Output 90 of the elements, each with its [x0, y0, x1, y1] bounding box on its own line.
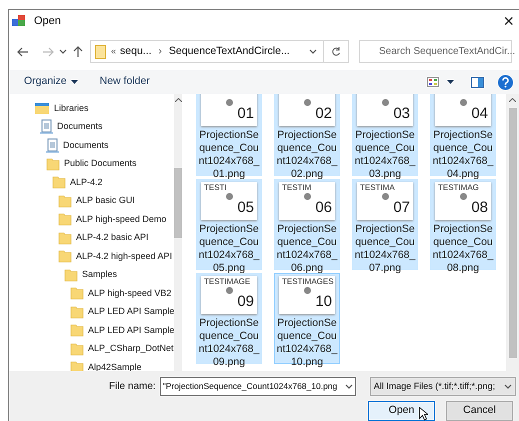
folder-icon — [64, 268, 78, 282]
close-button[interactable]: × — [503, 12, 514, 30]
thumbnail-caption: TESTIMAGE — [204, 277, 250, 286]
app-icon — [12, 14, 26, 28]
folder-icon — [58, 230, 72, 245]
scroll-up-icon[interactable] — [509, 98, 516, 102]
tree-item[interactable]: ALP high-speed VB2 — [9, 284, 174, 302]
tree-item[interactable]: ALP-4.2 — [9, 173, 174, 192]
dropdown-icon — [344, 384, 353, 389]
scrollbar-thumb[interactable] — [508, 108, 516, 358]
tree-item[interactable]: Samples — [9, 266, 174, 284]
tree-item[interactable]: Documents — [9, 136, 174, 154]
caret-icon[interactable] — [447, 80, 454, 84]
thumbnail-number: 02 — [315, 106, 332, 122]
search-field[interactable]: Search SequenceTextAndCir... — [359, 40, 512, 63]
help-icon[interactable] — [498, 74, 513, 90]
dot-icon — [304, 99, 310, 106]
recent-locations-icon — [59, 49, 67, 54]
cancel-button[interactable]: Cancel — [446, 401, 513, 421]
dot-icon — [226, 193, 232, 200]
document-icon — [40, 119, 53, 134]
tree-item[interactable]: Public Documents — [9, 154, 174, 173]
back-icon[interactable] — [17, 46, 29, 56]
cursor-icon — [419, 407, 428, 421]
thumbnail-caption: TESTIMAG — [438, 183, 479, 192]
thumbnail-number: 09 — [237, 294, 254, 310]
dot-icon — [304, 287, 310, 294]
dot-icon — [304, 193, 310, 200]
file-name-label: File name: — [109, 380, 156, 394]
dropdown-icon — [309, 49, 317, 54]
scrollbar[interactable] — [174, 94, 182, 371]
thumbnail-number: 10 — [315, 294, 332, 310]
tree-item[interactable]: ALP-4.2 high-speed API — [9, 247, 174, 266]
tree-item[interactable]: ALP LED API Sample — [9, 321, 174, 340]
thumbnail-number: 01 — [237, 106, 254, 122]
thumbnail-caption: TESTI — [204, 183, 227, 192]
folder-icon — [46, 156, 60, 171]
tree-item[interactable]: ALP LED API Sample — [9, 302, 174, 321]
file-type-dropdown[interactable]: All Image Files (*.tif;*.tiff;*.png; — [370, 377, 516, 396]
thumbnail-number: 06 — [315, 200, 332, 216]
preview-pane-icon[interactable] — [471, 76, 484, 88]
dot-icon — [226, 287, 232, 294]
tree-item[interactable]: ALP_CSharp_DotNet — [9, 340, 174, 358]
thumbnail-number: 05 — [237, 200, 254, 216]
folder-icon — [70, 304, 84, 319]
folder-icon — [70, 286, 84, 300]
folder-icon — [70, 342, 84, 356]
thumbnail-number: 08 — [471, 200, 488, 216]
scrollbar[interactable] — [506, 94, 519, 371]
tree-item[interactable]: ALP high-speed Demo — [9, 210, 174, 228]
tree-item[interactable]: ALP-4.2 basic API — [9, 228, 174, 247]
breadcrumb-overflow[interactable]: « — [111, 44, 116, 58]
view-icon[interactable] — [427, 77, 439, 88]
thumbnail-number: 03 — [393, 106, 410, 122]
library-icon — [34, 101, 50, 116]
tree-item[interactable]: Libraries — [9, 99, 174, 118]
thumbnail-caption: TESTIMA — [360, 183, 395, 192]
thumbnail-number: 04 — [471, 106, 488, 122]
refresh-icon[interactable] — [331, 46, 341, 57]
breadcrumb-separator: › — [158, 45, 162, 59]
folder-icon — [52, 175, 66, 190]
folder-icon — [58, 194, 72, 208]
thumbnail-caption: TESTIM — [282, 183, 312, 192]
dot-icon — [226, 99, 232, 106]
breadcrumb-item[interactable]: SequenceTextAndCircle... — [168, 44, 290, 60]
dot-icon — [460, 99, 466, 106]
window-title: Open — [34, 14, 61, 29]
file-name-field[interactable]: "ProjectionSequence_Count1024x768_10.png — [160, 377, 356, 396]
new-folder-button[interactable]: New folder — [100, 74, 150, 90]
scroll-up-icon[interactable] — [174, 98, 182, 102]
dropdown-icon — [504, 384, 512, 389]
open-button[interactable]: Open — [368, 401, 435, 421]
folder-icon — [95, 44, 106, 58]
document-icon — [46, 138, 59, 153]
organize-menu[interactable]: Organize — [24, 74, 78, 90]
scrollbar-thumb[interactable] — [174, 168, 182, 238]
folder-icon — [58, 249, 72, 264]
caret-icon — [70, 80, 78, 84]
folder-icon — [70, 323, 84, 338]
tree-item[interactable]: ALP basic GUI — [9, 192, 174, 210]
folder-icon — [58, 212, 72, 226]
tree-item[interactable]: Documents — [9, 118, 174, 136]
thumbnail-caption: TESTIMAGES — [282, 277, 334, 286]
thumbnail-number: 07 — [393, 200, 410, 216]
address-bar[interactable]: « sequ... › SequenceTextAndCircle... — [90, 40, 349, 63]
dot-icon — [382, 99, 388, 106]
dot-icon — [460, 193, 466, 200]
breadcrumb-item[interactable]: sequ... — [120, 44, 152, 60]
dot-icon — [382, 193, 388, 200]
up-icon[interactable] — [73, 46, 83, 58]
